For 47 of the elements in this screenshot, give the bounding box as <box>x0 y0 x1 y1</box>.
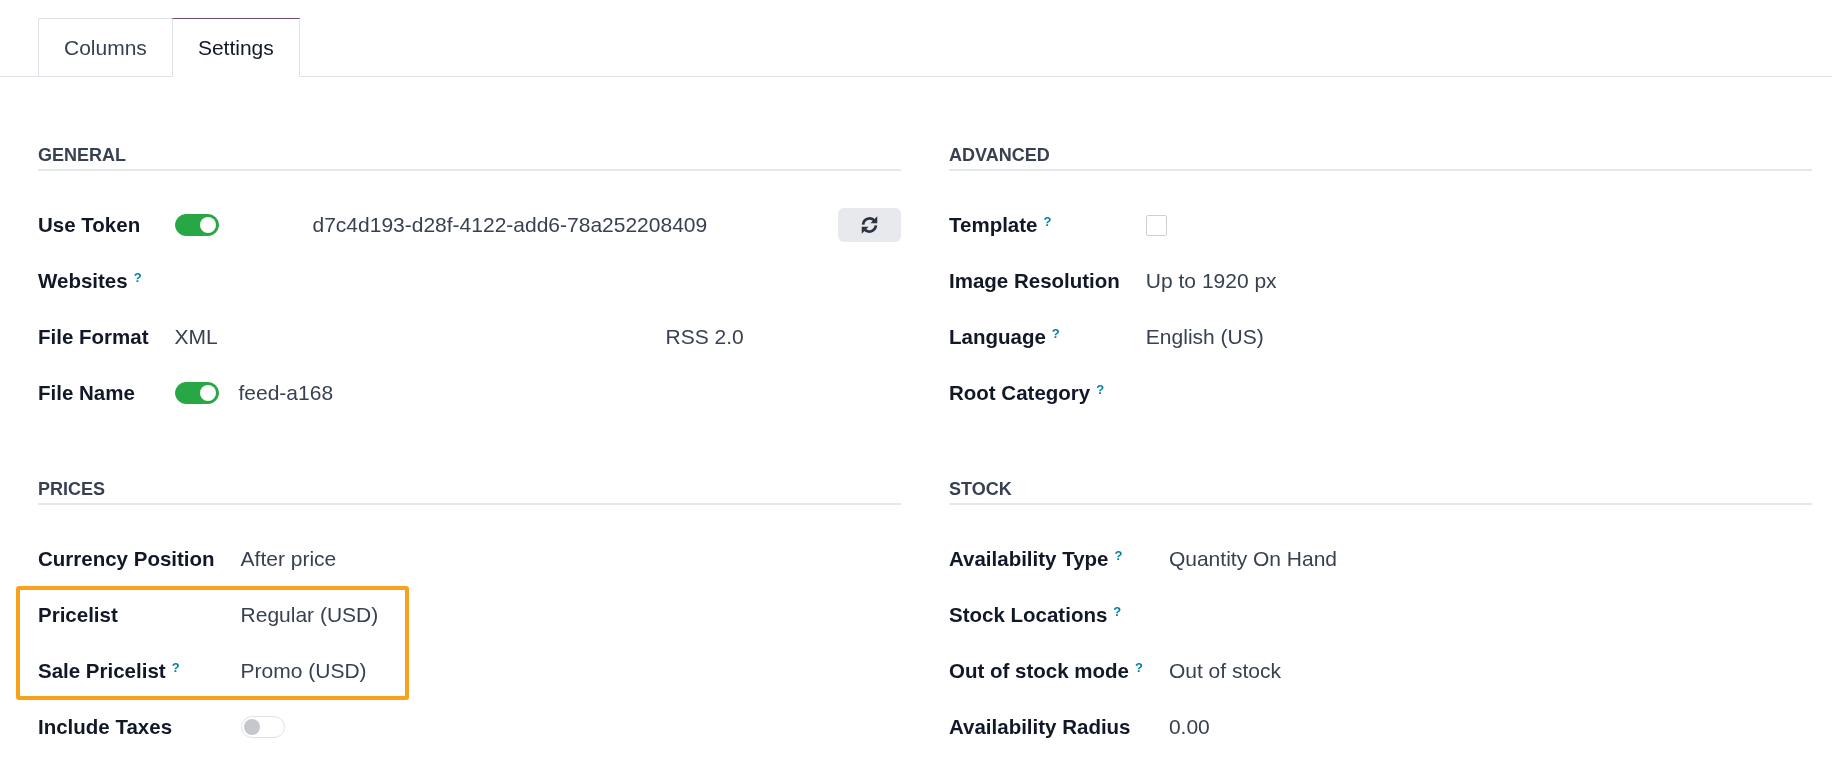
field-label: Out of stock mode <box>949 659 1129 682</box>
tab[interactable]: Settings <box>171 18 300 77</box>
help-mark[interactable]: ? <box>1134 659 1143 675</box>
tab[interactable]: Columns <box>38 18 173 77</box>
section-heading: PRICES <box>38 478 901 505</box>
field-label: Language <box>949 325 1046 348</box>
help-mark[interactable]: ? <box>171 659 180 675</box>
help-mark[interactable]: ? <box>1051 325 1060 341</box>
field-value: 0.00 <box>1168 715 1210 739</box>
section-heading: GENERAL <box>38 144 901 171</box>
help-mark[interactable]: ? <box>1096 381 1105 397</box>
help-mark[interactable]: ? <box>1114 547 1123 563</box>
field-label: Template <box>949 213 1038 236</box>
field-value: Regular (USD) <box>240 603 379 627</box>
field-label: File Name <box>38 381 135 404</box>
field-value: After price <box>240 547 337 571</box>
field-label: File Format <box>38 325 149 348</box>
field-label: Image Resolution <box>949 269 1120 292</box>
field-label: Use Token <box>38 213 141 236</box>
field-label: Stock Locations <box>949 603 1108 626</box>
field-value: RSS 2.0 <box>665 325 745 349</box>
help-mark[interactable]: ? <box>133 269 142 285</box>
field-label: Pricelist <box>38 603 118 626</box>
field-value: Up to 1920 px <box>1145 269 1277 293</box>
field-label: Currency Position <box>38 547 215 570</box>
refresh-button[interactable] <box>838 208 901 242</box>
field-label: Availability Type <box>949 547 1109 570</box>
field-value: XML <box>174 325 219 349</box>
field-value: feed-a168 <box>238 381 334 405</box>
field-label: Websites <box>38 269 128 292</box>
section-heading: STOCK <box>949 478 1812 505</box>
field-value: English (US) <box>1145 325 1264 349</box>
field-label: Availability Radius <box>949 715 1131 738</box>
help-mark[interactable]: ? <box>1043 213 1052 229</box>
section-heading: ADVANCED <box>949 144 1812 171</box>
field-value: Out of stock <box>1168 659 1281 683</box>
checkbox[interactable] <box>1145 214 1167 236</box>
field-label: Sale Pricelist <box>38 659 166 682</box>
field-label: Include Taxes <box>38 715 173 738</box>
help-mark[interactable]: ? <box>1113 603 1122 619</box>
refresh-icon <box>860 215 879 235</box>
toggle-switch[interactable] <box>174 214 219 236</box>
field-value: Quantity On Hand <box>1168 547 1337 571</box>
field-label: Root Category <box>949 381 1091 404</box>
field-value: Promo (USD) <box>240 659 367 683</box>
toggle-switch[interactable] <box>174 382 219 404</box>
token-value: d7c4d193-d28f-4122-add6-78a252208409 <box>312 213 709 237</box>
